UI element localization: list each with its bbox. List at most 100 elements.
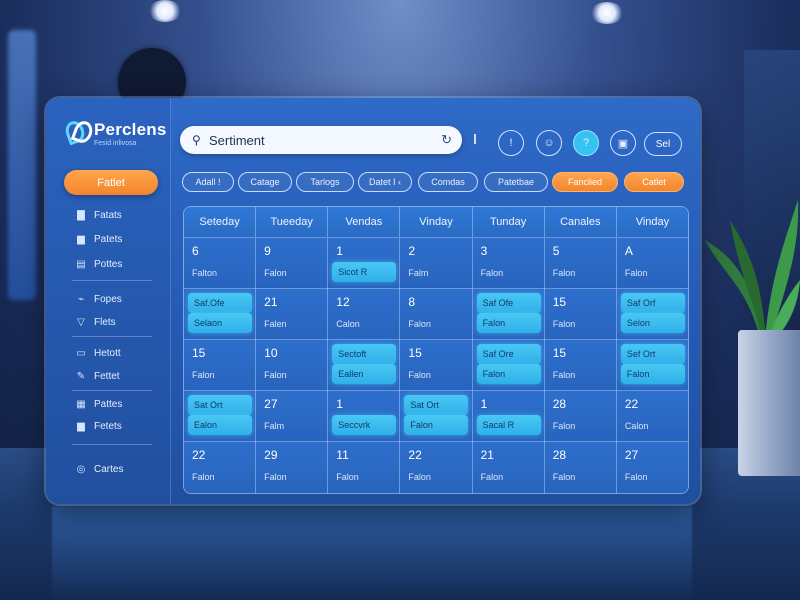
calendar-day-cell[interactable]: 8 Falon — [400, 289, 473, 340]
calendar-event[interactable]: Falon — [620, 364, 685, 384]
calendar-day-cell[interactable]: 15 Falon — [400, 340, 473, 391]
day-number: 6 — [192, 244, 199, 258]
calendar-event[interactable]: Falon — [476, 313, 541, 333]
calendar-day-cell[interactable]: 22 Falon — [400, 442, 473, 493]
day-label: Falm — [408, 268, 429, 278]
calendar-event[interactable]: Saf Ore — [476, 344, 541, 364]
calendar-day-cell[interactable]: 29 Falon — [256, 442, 329, 493]
calendar-day-cell[interactable]: 21 Falon — [472, 442, 545, 493]
filter-chip[interactable]: Datet I ‹ — [358, 172, 412, 192]
calendar-day-cell[interactable]: Saf Ore Falon — [472, 340, 545, 391]
calendar-day-cell[interactable]: Saf Orf Selon — [616, 289, 688, 340]
calendar-day-cell[interactable]: 10 Falon — [256, 340, 329, 391]
filter-chip-active[interactable]: Fanclied — [552, 172, 618, 192]
calendar-day-cell[interactable]: 15 Falon — [544, 289, 617, 340]
calendar-event[interactable]: Selon — [620, 313, 685, 333]
search-icon: ⚲ — [192, 132, 201, 147]
day-label: Falon — [552, 268, 576, 278]
calendar-day-cell[interactable]: Saf.Ofe Selaon — [184, 289, 257, 340]
calendar-event[interactable]: Sacal R — [476, 415, 541, 435]
calendar-day-cell[interactable]: Sat Ort Falon — [400, 391, 473, 442]
sidebar-item[interactable]: ⌁ Fopes — [76, 294, 122, 305]
day-number: 21 — [264, 295, 278, 309]
calendar-day-cell[interactable]: Sat Ort Ealon — [184, 391, 257, 442]
filter-chip[interactable]: Comdas — [418, 172, 478, 192]
calendar-event[interactable]: Seccvrk — [332, 415, 397, 435]
calendar-day-cell[interactable]: 5 Falon — [544, 238, 617, 289]
calendar-event[interactable]: Sef Ort — [620, 344, 685, 364]
grid-icon: ▦ — [76, 398, 86, 410]
sidebar-item[interactable]: ▤ Pottes — [76, 259, 122, 270]
filter-chip[interactable]: Adall ! — [182, 172, 234, 192]
calendar-day-cell[interactable]: 9 Falon — [256, 238, 329, 289]
calendar-day-cell[interactable]: 15 Falon — [184, 340, 257, 391]
filter-chip-active[interactable]: Catlet — [624, 172, 684, 192]
alert-button[interactable]: ! — [498, 130, 524, 156]
calendar-day-cell[interactable]: 22 Calon — [616, 391, 688, 442]
calendar-event[interactable]: Saf Ofe — [476, 293, 541, 313]
day-number: 1 — [336, 244, 343, 258]
calendar-event[interactable]: Sicot R — [332, 262, 397, 282]
sidebar-item[interactable]: ▆ Fetets — [76, 421, 122, 432]
calendar-event[interactable]: Saf Orf — [620, 293, 685, 313]
day-label: Falon — [552, 370, 576, 380]
sidebar-item[interactable]: ▇ Fatats — [76, 210, 122, 221]
day-label: Falon — [264, 268, 287, 278]
calendar-day-cell[interactable]: 28 Falon — [544, 442, 617, 493]
refresh-icon[interactable]: ↻ — [441, 132, 452, 148]
sidebar-item[interactable]: ▦ Pattes — [76, 399, 122, 410]
user-button[interactable]: ☺ — [536, 130, 562, 156]
calendar-event[interactable]: Saf.Ofe — [188, 293, 252, 313]
sidebar-item-label: Hetott — [94, 348, 121, 359]
calendar-day-cell[interactable]: 2 Falm — [400, 238, 473, 289]
calendar-day-cell[interactable]: 6 Falton — [184, 238, 257, 289]
calendar-day-cell[interactable]: 27 Falon — [616, 442, 688, 493]
calendar-event[interactable]: Sat Ort — [404, 395, 469, 415]
sidebar-item[interactable]: ▽ Flets — [76, 317, 116, 328]
calendar-day-cell[interactable]: 1 Sicot R — [328, 238, 401, 289]
calendar-event[interactable]: Sectoft — [332, 344, 397, 364]
calendar-day-cell[interactable]: 15 Falon — [544, 340, 617, 391]
filter-chip[interactable]: Tarlogs — [296, 172, 354, 192]
calendar-day-cell[interactable]: Sef Ort Falon — [616, 340, 688, 391]
calendar-day-cell[interactable]: 3 Falon — [472, 238, 545, 289]
help-button[interactable]: ? — [573, 130, 599, 156]
calendar-day-cell[interactable]: 12 Calon — [328, 289, 401, 340]
day-label: Falon — [192, 370, 215, 380]
calendar-day-cell[interactable]: Saf Ofe Falon — [472, 289, 545, 340]
calendar-header: Seteday Tueeday Vendas Vinday Tunday Can… — [184, 207, 688, 237]
sidebar-item[interactable]: ◎ Cartes — [76, 464, 124, 475]
calendar-day-cell[interactable]: Sectoft Eallen — [328, 340, 401, 391]
plant-icon — [705, 200, 800, 342]
day-number: A — [624, 244, 633, 258]
calendar-day-cell[interactable]: 11 Falon — [328, 442, 401, 493]
calendar-day-cell[interactable]: 1 Sacal R — [472, 391, 545, 442]
calendar-event[interactable]: Selaon — [188, 313, 252, 333]
filter-chip[interactable]: Patetbae — [484, 172, 548, 192]
calendar-day-cell[interactable]: A Falon — [616, 238, 688, 289]
day-number: 28 — [552, 448, 567, 462]
calendar-day-cell[interactable]: 1 Seccvrk — [328, 391, 401, 442]
settings-pill-button[interactable]: Sel — [644, 132, 682, 156]
calendar-day-cell[interactable]: 27 Falm — [256, 391, 329, 442]
day-label: Falon — [552, 319, 576, 329]
sidebar-item[interactable]: ▆ Patets — [76, 234, 122, 245]
sidebar-item[interactable]: ✎ Fettet — [76, 371, 120, 382]
sidebar-item[interactable]: ▭ Hetott — [76, 348, 121, 359]
calendar-day-cell[interactable]: 21 Falen — [256, 289, 329, 340]
divider — [72, 336, 152, 337]
search-input[interactable]: Sertiment — [209, 133, 265, 148]
day-header: Canales — [545, 207, 617, 237]
calendar-event[interactable]: Falon — [404, 415, 469, 435]
apps-button[interactable]: ▣ — [610, 130, 636, 156]
calendar-day-cell[interactable]: 28 Falon — [544, 391, 617, 442]
calendar-day-cell[interactable]: 22 Falon — [184, 442, 257, 493]
search-bar[interactable]: ⚲ Sertiment ↻ — [180, 126, 462, 154]
day-label: Falon — [264, 370, 287, 380]
calendar-event[interactable]: Falon — [476, 364, 541, 384]
filter-chip[interactable]: Catage — [238, 172, 292, 192]
primary-action-button[interactable]: Fatlet — [64, 170, 158, 195]
calendar-event[interactable]: Sat Ort — [188, 395, 252, 415]
calendar-event[interactable]: Eallen — [332, 364, 397, 384]
calendar-event[interactable]: Ealon — [188, 415, 252, 435]
